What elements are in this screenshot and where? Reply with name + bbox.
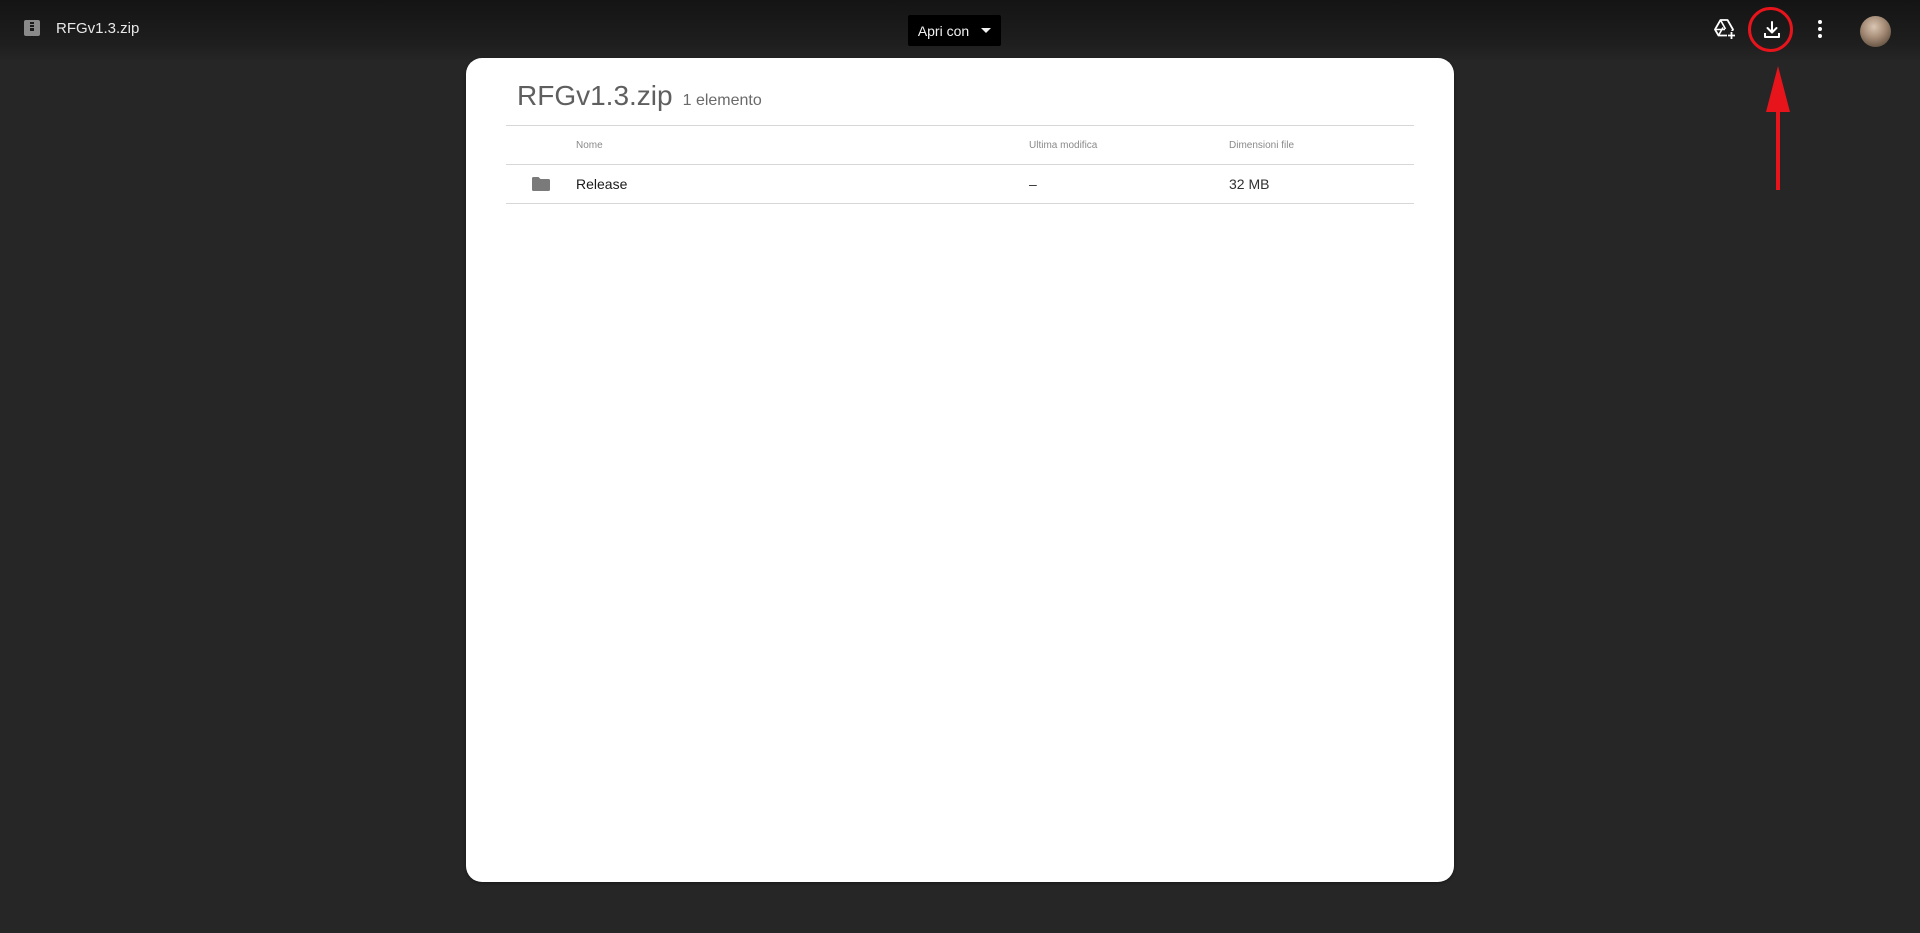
table-header-row: Nome Ultima modifica Dimensioni file: [506, 125, 1414, 165]
open-with-label: Apri con: [917, 22, 970, 39]
add-to-drive-icon: [1712, 17, 1736, 46]
download-button[interactable]: [1752, 12, 1792, 52]
card-header: RFGv1.3.zip 1 elemento: [517, 80, 762, 112]
row-icon-cell: [506, 164, 576, 204]
item-count: 1 elemento: [682, 92, 762, 109]
row-name: Release: [576, 164, 1029, 204]
row-modified: –: [1029, 164, 1229, 204]
archive-file-icon: [22, 18, 42, 38]
more-options-button[interactable]: [1800, 11, 1840, 51]
table-row[interactable]: Release – 32 MB: [506, 164, 1414, 204]
top-bar: RFGv1.3.zip Apri con: [0, 0, 1920, 62]
icon-column-header: [506, 125, 576, 165]
archive-preview-card: RFGv1.3.zip 1 elemento Nome Ultima modif…: [466, 58, 1454, 882]
file-table: Nome Ultima modifica Dimensioni file Rel…: [506, 125, 1414, 204]
add-to-drive-button[interactable]: [1704, 11, 1744, 51]
user-avatar[interactable]: [1860, 16, 1891, 47]
file-title: RFGv1.3.zip: [22, 18, 139, 38]
row-size: 32 MB: [1229, 164, 1414, 204]
annotation-arrow-icon: [1766, 66, 1790, 190]
folder-icon: [532, 176, 550, 194]
file-name: RFGv1.3.zip: [56, 19, 140, 37]
size-column-header[interactable]: Dimensioni file: [1229, 125, 1414, 165]
modified-column-header[interactable]: Ultima modifica: [1029, 125, 1229, 165]
more-vert-icon: [1817, 19, 1823, 44]
caret-down-icon: [981, 28, 992, 33]
archive-title: RFGv1.3.zip: [517, 80, 673, 111]
download-icon: [1761, 19, 1783, 46]
open-with-button[interactable]: Apri con: [908, 15, 1001, 46]
name-column-header[interactable]: Nome: [576, 125, 1029, 165]
